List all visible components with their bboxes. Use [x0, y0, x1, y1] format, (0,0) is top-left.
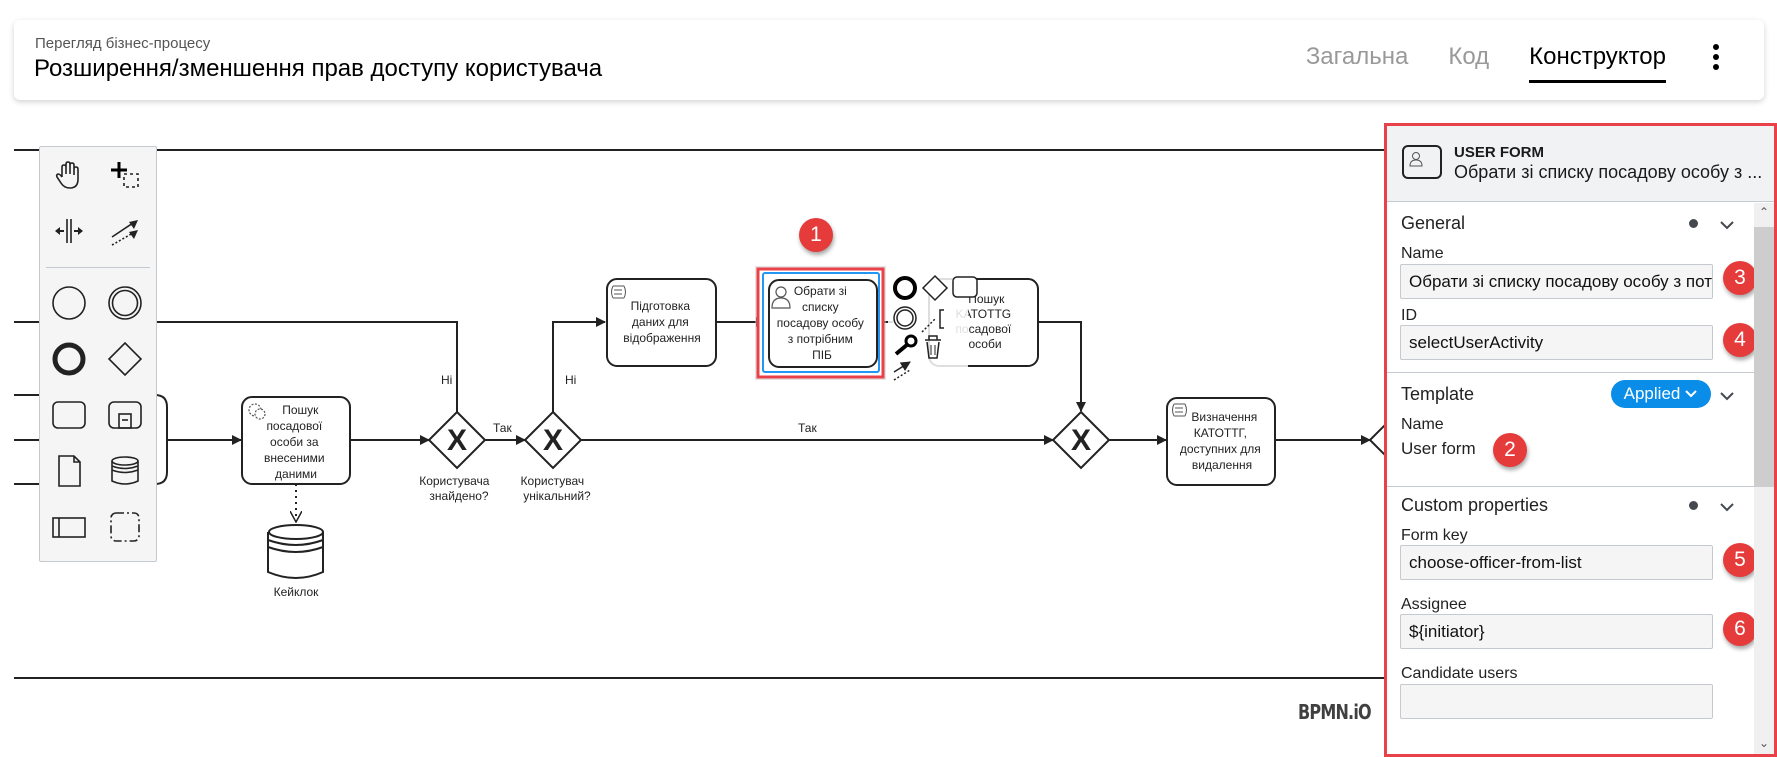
task-icon[interactable]: [45, 391, 93, 439]
space-tool-icon[interactable]: [45, 207, 93, 255]
flow-label-yes: Так: [493, 421, 512, 435]
element-type: USER FORM: [1454, 144, 1544, 161]
chevron-down-icon[interactable]: [1718, 218, 1736, 232]
data-store-label: Кейклок: [274, 585, 320, 599]
view-tabs: Загальна Код Конструктор: [1306, 20, 1764, 100]
group-template-header: Template Applied: [1387, 380, 1757, 410]
flow-label-no: Ні: [441, 373, 452, 387]
task-prepare-data[interactable]: Підготовка даних для відображення: [606, 278, 717, 367]
data-object-icon[interactable]: [45, 447, 93, 495]
task-select-officer[interactable]: Обрати зі списку посадову особу з потріб…: [755, 266, 886, 380]
id-input[interactable]: selectUserActivity: [1400, 325, 1713, 360]
gateway-icon[interactable]: [101, 335, 149, 383]
tab-code[interactable]: Код: [1448, 43, 1489, 77]
name-input[interactable]: Обрати зі списку посадову особу з потріб…: [1400, 264, 1713, 299]
flow-label-no: Ні: [565, 373, 576, 387]
pool-icon[interactable]: [45, 503, 93, 551]
bpmn-io-logo[interactable]: BPMN.iO: [1298, 700, 1372, 724]
group-has-values-dot: [1689, 501, 1698, 510]
assignee-label: Assignee: [1401, 596, 1467, 613]
properties-panel: USER FORM Обрати зі списку посадову особ…: [1384, 123, 1777, 757]
annotation-badge-3: 3: [1723, 261, 1757, 295]
flow-line[interactable]: [552, 317, 606, 412]
task-label: Підготовка даних для відображення: [623, 299, 700, 345]
exclusive-x-icon: X: [447, 424, 467, 457]
exclusive-x-icon: X: [543, 424, 563, 457]
template-name-value: User form: [1401, 439, 1476, 458]
gateway-label: Користувача знайдено?: [419, 474, 493, 503]
assignee-input[interactable]: ${initiator}: [1400, 614, 1713, 649]
template-applied-button[interactable]: Applied: [1611, 380, 1711, 408]
subprocess-icon[interactable]: [101, 391, 149, 439]
task-define-katottg[interactable]: Визначення КАТОТТГ, доступних для видале…: [1166, 397, 1276, 486]
task-search-officer[interactable]: Пошук посадової особи за внесеними даним…: [241, 396, 351, 485]
end-event-icon[interactable]: [45, 335, 93, 383]
data-store-icon[interactable]: [101, 447, 149, 495]
annotation-badge-4: 4: [1723, 323, 1757, 357]
group-template-title[interactable]: Template: [1401, 384, 1474, 405]
global-connect-tool-icon[interactable]: [101, 207, 149, 255]
gateway-merge[interactable]: X: [1051, 410, 1111, 470]
annotation-badge-6: 6: [1723, 612, 1757, 646]
group-icon[interactable]: [101, 503, 149, 551]
chevron-down-icon[interactable]: [1718, 389, 1736, 403]
panel-body: General Name Обрати зі списку посадову о…: [1387, 203, 1757, 754]
bpmn-diagram[interactable]: Ні Ні Так Так Пошук посадової особи за в…: [0, 100, 1385, 757]
tab-general[interactable]: Загальна: [1306, 43, 1409, 77]
append-task-icon[interactable]: [952, 276, 978, 298]
group-custom-properties-title[interactable]: Custom properties: [1401, 495, 1548, 516]
kebab-menu-icon[interactable]: [1706, 44, 1726, 76]
data-store-keycloak[interactable]: Кейклок: [267, 524, 324, 599]
lasso-tool-icon[interactable]: [101, 151, 149, 199]
form-key-label: Form key: [1401, 527, 1468, 544]
group-general-title[interactable]: General: [1401, 213, 1465, 234]
flow-label-yes: Так: [798, 421, 817, 435]
palette-separator: [46, 267, 150, 268]
panel-header: USER FORM Обрати зі списку посадову особ…: [1387, 126, 1774, 202]
tab-constructor[interactable]: Конструктор: [1529, 43, 1666, 83]
page-header: Перегляд бізнес-процесу Розширення/зменш…: [14, 20, 1764, 100]
start-event-icon[interactable]: [45, 279, 93, 327]
gateway-label: Користувач унікальний?: [521, 474, 592, 503]
bpmn-canvas[interactable]: Ні Ні Так Так Пошук посадової особи за в…: [0, 100, 1385, 757]
scroll-down-icon[interactable]: ⌄: [1754, 736, 1774, 754]
id-label: ID: [1401, 307, 1417, 324]
group-has-values-dot: [1689, 219, 1698, 228]
page-subtitle: Перегляд бізнес-процесу: [35, 35, 211, 52]
gateway-user-unique[interactable]: X Користувач унікальний?: [521, 410, 592, 503]
tool-palette: [39, 146, 157, 562]
flow-line[interactable]: [1038, 321, 1086, 412]
annotation-badge-5: 5: [1723, 543, 1757, 577]
annotation-badge-2: 2: [1493, 433, 1527, 467]
candidate-users-input[interactable]: [1400, 684, 1713, 719]
form-key-input[interactable]: choose-officer-from-list: [1400, 545, 1713, 580]
scrollbar-thumb[interactable]: [1754, 227, 1774, 487]
append-intermediate-event-icon[interactable]: [893, 306, 917, 330]
context-pad: [888, 272, 978, 382]
panel-scrollbar[interactable]: ⌃ ⌄: [1754, 203, 1774, 754]
candidate-users-label: Candidate users: [1401, 665, 1518, 682]
chevron-down-icon: [1685, 390, 1698, 398]
chevron-down-icon[interactable]: [1718, 500, 1736, 514]
append-end-event-icon[interactable]: [893, 276, 917, 300]
user-task-icon: [1402, 145, 1442, 179]
intermediate-event-icon[interactable]: [101, 279, 149, 327]
gateway-user-found[interactable]: X Користувача знайдено?: [419, 410, 493, 503]
element-name: Обрати зі списку посадову особу з ...: [1454, 162, 1763, 182]
gateway-partial-right[interactable]: [1369, 412, 1385, 468]
group-divider: [1387, 372, 1757, 373]
group-divider: [1387, 486, 1757, 487]
applied-label: Applied: [1623, 384, 1681, 403]
hand-tool-icon[interactable]: [45, 151, 93, 199]
scroll-up-icon[interactable]: ⌃: [1754, 205, 1774, 223]
exclusive-x-icon: X: [1071, 424, 1091, 457]
page-title: Розширення/зменшення прав доступу корист…: [34, 55, 603, 82]
annotation-badge-1: 1: [799, 218, 833, 252]
template-name-label: Name: [1401, 416, 1444, 433]
name-label: Name: [1401, 245, 1444, 262]
